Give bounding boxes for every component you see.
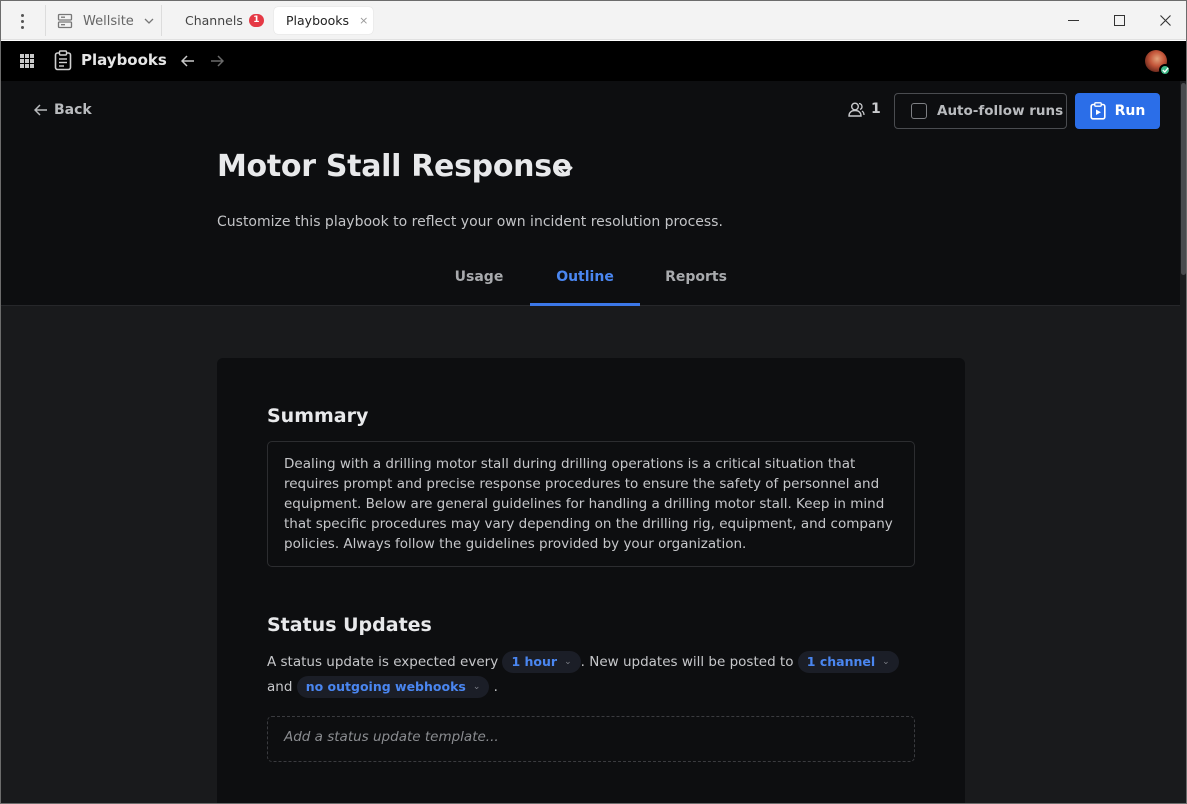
outline-card: Summary Dealing with a drilling motor st… [217, 358, 965, 803]
chevron-down-icon: ⌄ [882, 657, 890, 667]
broadcast-channels-dropdown[interactable]: 1 channel ⌄ [797, 651, 899, 673]
minimize-icon [1067, 20, 1079, 21]
chevron-down-icon: ⌄ [564, 657, 572, 667]
server-dropdown[interactable]: Wellsite [57, 10, 154, 32]
chevron-down-icon: ⌄ [472, 682, 481, 692]
app-header: Playbooks [1, 41, 1186, 81]
close-window-button[interactable] [1142, 1, 1186, 40]
scrollbar[interactable] [1180, 81, 1186, 803]
page-subtitle: Customize this playbook to reflect your … [217, 214, 723, 230]
product-name: Playbooks [81, 51, 167, 69]
arrow-right-icon [211, 55, 224, 67]
participants-icon [848, 102, 865, 117]
status-text: and [267, 679, 293, 695]
playbook-icon [54, 50, 72, 71]
playbook-page: Back 1 Auto-follow runs Run Motor Stall … [1, 81, 1186, 803]
summary-text[interactable]: Dealing with a drilling motor stall duri… [267, 441, 915, 567]
playbook-header: Back 1 Auto-follow runs Run Motor Stall … [1, 81, 1181, 306]
channels-value: 1 channel [806, 654, 876, 669]
maximize-icon [1113, 15, 1125, 26]
app-grid-icon[interactable] [20, 54, 34, 68]
auto-follow-checkbox[interactable] [911, 103, 927, 119]
tab-channels[interactable]: Channels 1 [185, 7, 264, 34]
status-update-settings: A status update is expected every 1 hour… [267, 650, 927, 700]
chevron-down-icon[interactable] [555, 163, 575, 177]
back-button[interactable]: Back [34, 102, 92, 118]
page-title: Motor Stall Response [217, 149, 572, 184]
status-text: A status update is expected every [267, 654, 499, 670]
auto-follow-runs-toggle[interactable]: Auto-follow runs [894, 93, 1067, 129]
status-template-input[interactable]: Add a status update template... [267, 716, 915, 762]
interval-value: 1 hour [511, 654, 558, 669]
run-label: Run [1114, 103, 1146, 119]
status-updates-heading: Status Updates [267, 614, 432, 636]
divider [161, 5, 162, 36]
tab-usage[interactable]: Usage [439, 261, 519, 306]
maximize-button[interactable] [1096, 1, 1142, 40]
tab-reports[interactable]: Reports [656, 261, 736, 306]
kebab-icon[interactable] [12, 12, 32, 30]
history-back-button[interactable] [178, 51, 198, 71]
server-name: Wellsite [83, 13, 134, 29]
title-bar: Wellsite Channels 1 Playbooks × [1, 1, 1186, 40]
webhooks-value: no outgoing webhooks [305, 679, 466, 694]
tab-label: Channels [185, 13, 243, 28]
online-status-icon [1159, 64, 1171, 76]
app-window: Wellsite Channels 1 Playbooks × Playbook… [0, 0, 1187, 804]
arrow-left-icon [34, 104, 47, 116]
avatar[interactable] [1145, 50, 1171, 76]
playbook-tabs: Usage Outline Reports [1, 261, 1181, 306]
status-text: . [493, 679, 498, 695]
participants-count: 1 [871, 101, 881, 117]
arrow-left-icon [181, 55, 194, 67]
unread-badge: 1 [248, 14, 264, 27]
auto-follow-label: Auto-follow runs [937, 103, 1064, 119]
close-icon[interactable]: × [359, 14, 368, 27]
run-icon [1090, 102, 1106, 120]
summary-heading: Summary [267, 405, 369, 427]
divider [45, 5, 46, 36]
status-text: . New updates will be posted to [580, 654, 794, 670]
update-interval-dropdown[interactable]: 1 hour ⌄ [502, 651, 581, 673]
close-icon [1159, 15, 1171, 26]
tab-playbooks[interactable]: Playbooks × [274, 7, 373, 34]
minimize-button[interactable] [1050, 1, 1096, 40]
run-button[interactable]: Run [1075, 93, 1160, 129]
back-label: Back [54, 102, 92, 118]
tab-outline[interactable]: Outline [530, 261, 640, 306]
tab-label: Playbooks [286, 13, 350, 28]
scrollbar-thumb[interactable] [1181, 83, 1186, 275]
participants-button[interactable]: 1 [848, 101, 881, 117]
server-icon [57, 13, 73, 29]
history-forward-button[interactable] [207, 51, 227, 71]
chevron-down-icon [144, 18, 154, 24]
webhooks-dropdown[interactable]: no outgoing webhooks ⌄ [296, 676, 490, 698]
